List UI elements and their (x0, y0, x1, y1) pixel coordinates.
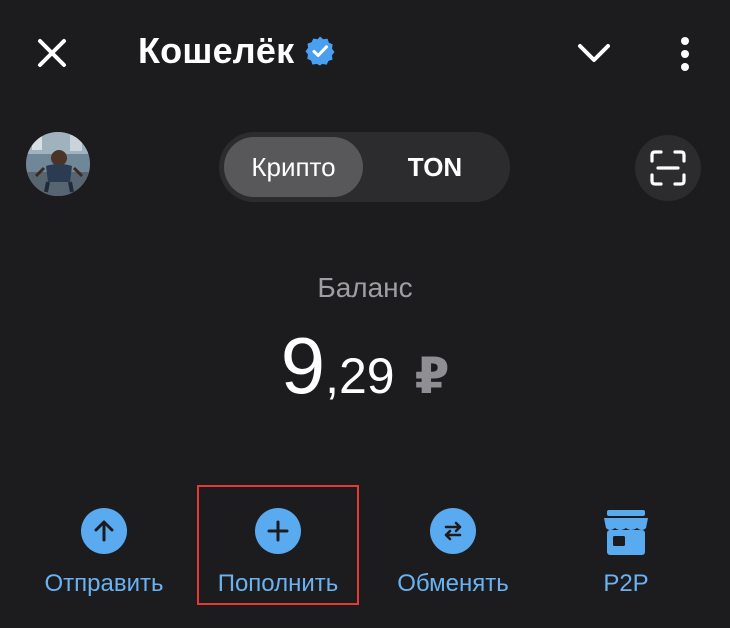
exchange-circle (430, 508, 476, 554)
tab-crypto[interactable]: Крипто (224, 137, 363, 197)
store-icon-wrap (601, 508, 651, 558)
exchange-label: Обменять (397, 570, 509, 597)
more-vertical-icon (681, 37, 689, 71)
send-label: Отправить (44, 570, 164, 597)
page-title: Кошелёк (138, 30, 295, 71)
chevron-down-icon (578, 44, 610, 62)
title-wrap: Кошелёк (138, 30, 336, 72)
tab-ton[interactable]: TON (367, 137, 503, 197)
avatar-image (26, 132, 90, 196)
send-circle (81, 508, 127, 554)
avatar[interactable] (26, 132, 90, 196)
action-bar: Отправить Пополнить Обменять P2P (0, 500, 730, 628)
p2p-label: P2P (603, 570, 649, 597)
p2p-button[interactable]: P2P (590, 508, 662, 598)
store-icon (604, 510, 648, 555)
top-up-label: Пополнить (217, 570, 339, 597)
more-menu-button[interactable] (670, 34, 700, 74)
close-button[interactable] (32, 33, 72, 73)
balance-label: Баланс (317, 272, 413, 303)
chevron-down-button[interactable] (574, 36, 614, 72)
exchange-button[interactable]: Обменять (387, 508, 519, 598)
arrow-up-icon (94, 520, 114, 542)
swap-arrows-icon (444, 521, 462, 541)
currency-switcher: Крипто TON (219, 132, 510, 202)
verified-badge-icon (305, 36, 335, 66)
balance-amount: 9,29 ₽ (0, 320, 730, 412)
qr-scan-icon (650, 150, 686, 186)
balance-integer: 9 (280, 321, 326, 410)
balance-currency: ₽ (414, 348, 450, 404)
top-up-button[interactable]: Пополнить (207, 508, 349, 598)
balance-fraction: ,29 (325, 348, 395, 404)
scan-button[interactable] (635, 135, 701, 201)
plus-icon (267, 520, 289, 542)
close-icon (38, 39, 66, 67)
top-bar: Кошелёк (0, 0, 730, 110)
top-up-circle (255, 508, 301, 554)
send-button[interactable]: Отправить (34, 508, 174, 598)
